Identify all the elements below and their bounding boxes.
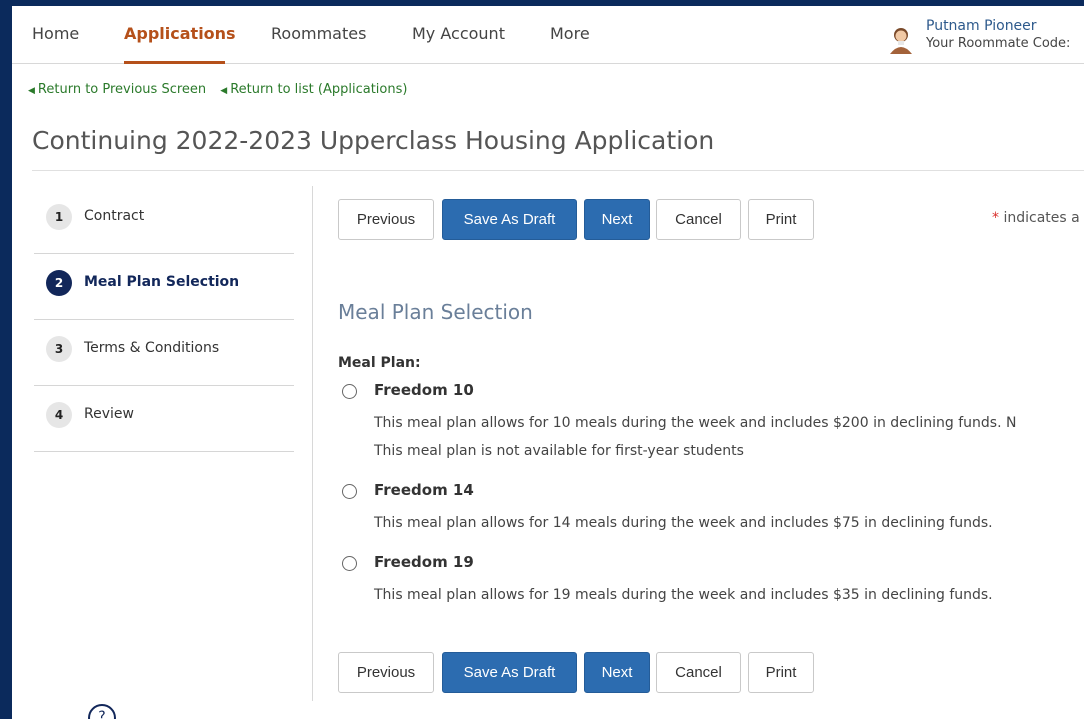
next-button[interactable]: Next: [584, 652, 650, 693]
triangle-left-icon: ◀: [28, 86, 35, 96]
save-draft-button[interactable]: Save As Draft: [442, 652, 577, 693]
step-number: 3: [46, 336, 72, 362]
step-number: 1: [46, 204, 72, 230]
step-number: 4: [46, 402, 72, 428]
radio-freedom-19[interactable]: [342, 556, 357, 571]
option-description-line: This meal plan allows for 10 meals durin…: [374, 415, 1017, 431]
required-note-text: indicates a: [1003, 210, 1080, 226]
nav-roommates[interactable]: Roommates: [271, 24, 366, 64]
print-button[interactable]: Print: [748, 199, 814, 240]
previous-button[interactable]: Previous: [338, 199, 434, 240]
nav-more[interactable]: More: [550, 24, 590, 64]
option-description-line: This meal plan is not available for firs…: [374, 443, 744, 459]
option-description-line: This meal plan allows for 14 meals durin…: [374, 515, 993, 531]
user-avatar-icon: [890, 28, 912, 54]
step-contract[interactable]: 1 Contract: [34, 188, 294, 254]
cancel-button[interactable]: Cancel: [656, 199, 741, 240]
option-name: Freedom 19: [374, 553, 474, 571]
user-name: Putnam Pioneer: [926, 18, 1037, 34]
option-description: This meal plan allows for 19 meals durin…: [374, 581, 993, 609]
print-button[interactable]: Print: [748, 652, 814, 693]
page-title: Continuing 2022-2023 Upperclass Housing …: [32, 126, 715, 155]
required-star: *: [992, 210, 999, 226]
nav-applications[interactable]: Applications: [124, 24, 236, 64]
return-previous-label: Return to Previous Screen: [37, 82, 207, 97]
save-draft-button[interactable]: Save As Draft: [442, 199, 577, 240]
roommate-code-label: Your Roommate Code:: [926, 36, 1071, 51]
divider: [312, 186, 313, 701]
option-name: Freedom 10: [374, 381, 474, 399]
step-label: Terms & Conditions: [84, 340, 220, 356]
divider: [32, 170, 1084, 171]
nav-home[interactable]: Home: [32, 24, 79, 64]
radio-freedom-14[interactable]: [342, 484, 357, 499]
next-button[interactable]: Next: [584, 199, 650, 240]
option-description-line: This meal plan allows for 19 meals durin…: [374, 587, 993, 603]
required-indicator-note: * indicates a: [992, 210, 1080, 226]
option-description: This meal plan allows for 10 meals durin…: [374, 409, 1016, 465]
step-number: 2: [46, 270, 72, 296]
return-list-link[interactable]: ◀ Return to list (Applications): [220, 82, 407, 97]
triangle-left-icon: ◀: [220, 86, 228, 96]
nav-my-account[interactable]: My Account: [412, 24, 505, 64]
return-previous-link[interactable]: ◀ Return to Previous Screen: [28, 82, 210, 97]
step-label: Review: [84, 406, 134, 422]
breadcrumb: ◀ Return to Previous Screen ◀ Return to li…: [28, 82, 417, 97]
radio-freedom-10[interactable]: [342, 384, 357, 399]
meal-plan-label: Meal Plan:: [338, 355, 421, 371]
step-label: Meal Plan Selection: [84, 274, 240, 290]
application-page: Home Applications Roommates My Account M…: [12, 6, 1084, 719]
top-navigation: Home Applications Roommates My Account M…: [12, 6, 1084, 64]
step-review[interactable]: 4 Review: [34, 386, 294, 452]
step-meal-plan-selection[interactable]: 2 Meal Plan Selection: [34, 254, 294, 320]
option-description: This meal plan allows for 14 meals durin…: [374, 509, 993, 537]
cancel-button[interactable]: Cancel: [656, 652, 741, 693]
steps-sidebar: 1 Contract 2 Meal Plan Selection 3 Terms…: [34, 188, 294, 452]
section-title: Meal Plan Selection: [338, 300, 533, 324]
option-name: Freedom 14: [374, 481, 474, 499]
step-label: Contract: [84, 208, 145, 224]
previous-button[interactable]: Previous: [338, 652, 434, 693]
step-terms-conditions[interactable]: 3 Terms & Conditions: [34, 320, 294, 386]
return-list-label: Return to list (Applications): [230, 82, 408, 97]
